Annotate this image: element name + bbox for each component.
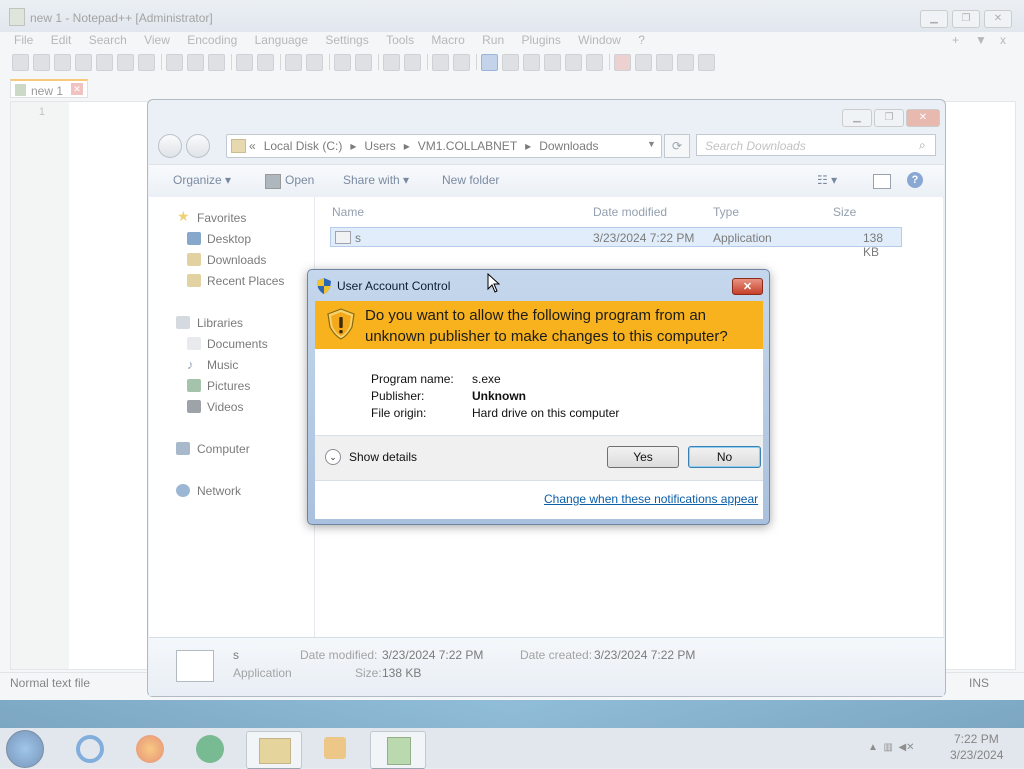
uac-close-button[interactable]: ✕ bbox=[732, 278, 763, 295]
program-name-label: Program name: bbox=[371, 372, 454, 386]
uac-body: Do you want to allow the following progr… bbox=[315, 301, 763, 519]
warning-shield-icon bbox=[327, 308, 355, 340]
file-origin-value: Hard drive on this computer bbox=[472, 406, 620, 420]
chevron-down-icon[interactable]: ⌄ bbox=[325, 449, 341, 465]
change-notifications-link[interactable]: Change when these notifications appear bbox=[544, 492, 758, 506]
uac-shield-icon bbox=[317, 278, 331, 294]
mouse-cursor-icon bbox=[487, 273, 500, 293]
uac-warning-banner: Do you want to allow the following progr… bbox=[315, 301, 763, 349]
publisher-value: Unknown bbox=[472, 389, 526, 403]
uac-dialog: User Account Control ✕ Do you want to al… bbox=[307, 269, 770, 525]
file-origin-label: File origin: bbox=[371, 406, 427, 420]
show-details-button[interactable]: Show details bbox=[349, 450, 417, 464]
program-name-value: s.exe bbox=[472, 372, 501, 386]
publisher-label: Publisher: bbox=[371, 389, 425, 403]
uac-title: User Account Control bbox=[337, 279, 451, 293]
divider bbox=[315, 480, 763, 481]
uac-button-area: ⌄ Show details Yes No bbox=[315, 436, 763, 480]
no-button[interactable]: No bbox=[688, 446, 761, 468]
uac-question: Do you want to allow the following progr… bbox=[365, 307, 728, 345]
yes-button[interactable]: Yes bbox=[607, 446, 679, 468]
